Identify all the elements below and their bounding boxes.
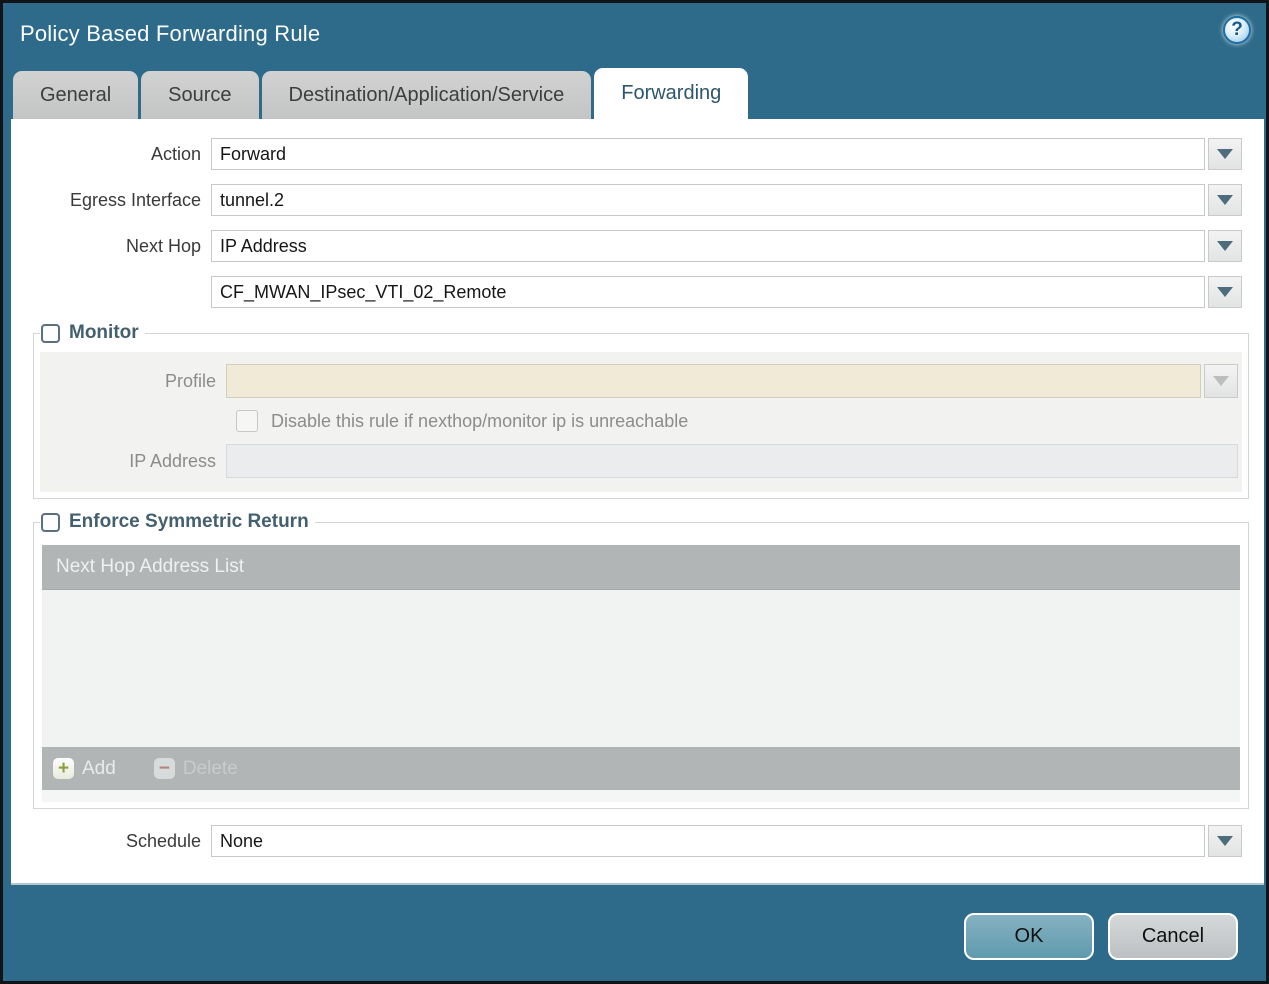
delete-button: − Delete: [153, 757, 238, 780]
chevron-down-icon: [1217, 287, 1233, 297]
chevron-down-icon: [1213, 376, 1229, 386]
egress-interface-label: Egress Interface: [69, 189, 201, 210]
cancel-button[interactable]: Cancel: [1108, 913, 1238, 960]
monitor-legend: Monitor: [40, 322, 145, 344]
schedule-row: Schedule: [11, 825, 1264, 857]
next-hop-address-input[interactable]: [211, 276, 1205, 308]
egress-interface-row: Egress Interface: [11, 184, 1264, 216]
chevron-down-icon: [1217, 195, 1233, 205]
schedule-label: Schedule: [125, 830, 201, 851]
next-hop-type-input[interactable]: [211, 230, 1205, 262]
help-glyph: ?: [1231, 19, 1243, 40]
delete-button-label: Delete: [182, 757, 238, 779]
schedule-dropdown-button[interactable]: [1208, 825, 1242, 857]
tab-source[interactable]: Source: [141, 71, 259, 119]
action-dropdown-button[interactable]: [1208, 138, 1242, 170]
next-hop-address-list-body: [42, 590, 1240, 747]
add-button: + Add: [53, 758, 116, 780]
monitor-profile-row: Profile: [40, 364, 1238, 398]
action-label: Action: [150, 143, 201, 164]
monitor-profile-input: [226, 364, 1201, 398]
schedule-input[interactable]: [211, 825, 1205, 857]
enforce-symmetric-return-fieldset: Enforce Symmetric Return Next Hop Addres…: [33, 511, 1249, 809]
forwarding-tab-panel: Action Egress Interface Next Hop: [11, 119, 1264, 885]
help-icon[interactable]: ?: [1223, 16, 1251, 44]
enforce-symmetric-return-legend: Enforce Symmetric Return: [40, 511, 315, 533]
monitor-profile-label: Profile: [164, 370, 216, 391]
next-hop-address-list-table: Next Hop Address List + Add − Delete: [42, 545, 1240, 790]
enforce-symmetric-return-legend-label: Enforce Symmetric Return: [69, 511, 309, 532]
next-hop-address-row: [11, 276, 1264, 308]
action-row: Action: [11, 138, 1264, 170]
egress-interface-dropdown-button[interactable]: [1208, 184, 1242, 216]
monitor-checkbox[interactable]: [41, 323, 60, 343]
chevron-down-icon: [1217, 149, 1233, 159]
disable-rule-label: Disable this rule if nexthop/monitor ip …: [271, 410, 689, 431]
tab-forwarding[interactable]: Forwarding: [594, 68, 749, 119]
monitor-ip-address-label: IP Address: [129, 450, 216, 471]
tab-general[interactable]: General: [13, 71, 139, 119]
monitor-disable-rule-row: Disable this rule if nexthop/monitor ip …: [236, 410, 1238, 432]
monitor-profile-dropdown-button: [1204, 364, 1238, 398]
next-hop-label: Next Hop: [125, 235, 201, 256]
delete-minus-icon: −: [153, 758, 175, 779]
egress-interface-input[interactable]: [211, 184, 1205, 216]
next-hop-address-list-toolbar: + Add − Delete: [42, 747, 1240, 790]
next-hop-address-list-header: Next Hop Address List: [42, 545, 1240, 590]
monitor-ip-address-input: [226, 444, 1238, 478]
monitor-fieldset: Monitor Profile Disable this rule if nex…: [33, 322, 1249, 499]
ok-button[interactable]: OK: [964, 913, 1094, 960]
chevron-down-icon: [1217, 241, 1233, 251]
monitor-disabled-panel: Profile Disable this rule if nexthop/mon…: [40, 352, 1242, 492]
next-hop-address-dropdown-button[interactable]: [1208, 276, 1242, 308]
monitor-legend-label: Monitor: [69, 322, 139, 343]
dialog-footer: OK Cancel: [964, 913, 1238, 960]
tab-destination-application-service[interactable]: Destination/Application/Service: [261, 71, 592, 119]
chevron-down-icon: [1217, 836, 1233, 846]
next-hop-type-dropdown-button[interactable]: [1208, 230, 1242, 262]
disable-rule-checkbox: [236, 410, 258, 432]
add-button-label: Add: [82, 757, 116, 779]
monitor-ip-address-row: IP Address: [40, 444, 1238, 478]
tab-bar: General Source Destination/Application/S…: [13, 68, 749, 119]
action-input[interactable]: [211, 138, 1205, 170]
add-plus-icon: +: [53, 758, 74, 779]
table-bottom-strip: [42, 790, 1240, 802]
dialog-title: Policy Based Forwarding Rule: [20, 21, 321, 46]
pbf-rule-dialog: { "window": { "title": "Policy Based For…: [0, 0, 1269, 984]
enforce-symmetric-return-checkbox[interactable]: [41, 512, 60, 532]
next-hop-row: Next Hop: [11, 230, 1264, 262]
